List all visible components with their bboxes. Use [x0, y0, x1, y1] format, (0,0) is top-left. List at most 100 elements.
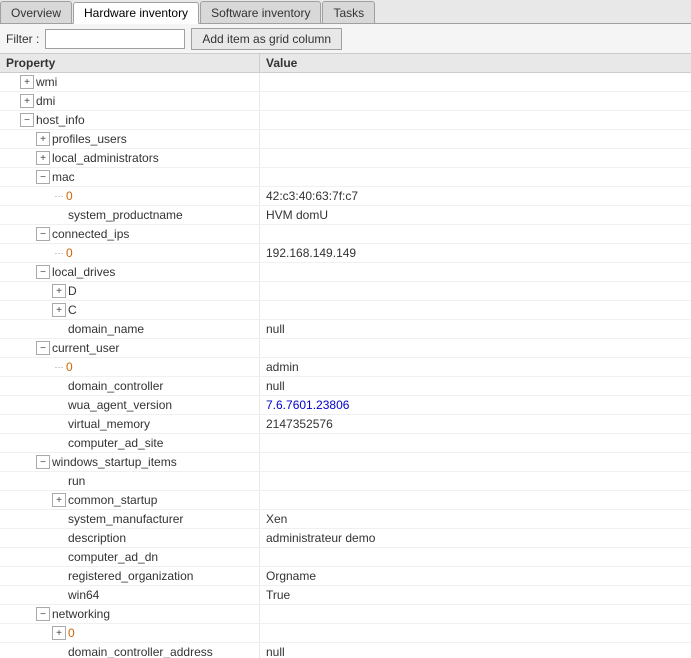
- add-grid-column-button[interactable]: Add item as grid column: [191, 28, 342, 50]
- expand-icon[interactable]: +: [36, 151, 50, 165]
- row-property: + common_startup: [0, 491, 260, 509]
- table-row[interactable]: + common_startup: [0, 491, 691, 510]
- table-row[interactable]: virtual_memory 2147352576: [0, 415, 691, 434]
- row-value: 192.168.149.149: [260, 245, 691, 261]
- expand-icon[interactable]: +: [36, 132, 50, 146]
- table-row[interactable]: domain_controller null: [0, 377, 691, 396]
- table-row[interactable]: + wmi: [0, 73, 691, 92]
- table-row[interactable]: system_manufacturer Xen: [0, 510, 691, 529]
- table-row[interactable]: − connected_ips: [0, 225, 691, 244]
- row-property: + C: [0, 301, 260, 319]
- row-property: + dmi: [0, 92, 260, 110]
- expand-icon[interactable]: +: [20, 94, 34, 108]
- tab-tasks[interactable]: Tasks: [322, 1, 375, 23]
- property-label: 0: [66, 360, 73, 374]
- row-property: ··· 0: [0, 358, 260, 376]
- row-property: − current_user: [0, 339, 260, 357]
- table-row[interactable]: + profiles_users: [0, 130, 691, 149]
- property-label: description: [68, 531, 126, 545]
- property-label: mac: [52, 170, 75, 184]
- property-label: profiles_users: [52, 132, 127, 146]
- table-row[interactable]: + D: [0, 282, 691, 301]
- row-value: [260, 271, 691, 273]
- row-value: [260, 176, 691, 178]
- row-property: system_productname: [0, 206, 260, 224]
- table-row[interactable]: ··· 0 42:c3:40:63:7f:c7: [0, 187, 691, 206]
- expand-icon[interactable]: −: [36, 341, 50, 355]
- expand-icon[interactable]: +: [52, 626, 66, 640]
- tab-overview[interactable]: Overview: [0, 1, 72, 23]
- property-label: networking: [52, 607, 110, 621]
- row-property: wua_agent_version: [0, 396, 260, 414]
- row-value: 42:c3:40:63:7f:c7: [260, 188, 691, 204]
- row-property: + 0: [0, 624, 260, 642]
- table-row[interactable]: ··· 0 admin: [0, 358, 691, 377]
- property-label: computer_ad_dn: [68, 550, 158, 564]
- row-value: [260, 461, 691, 463]
- table-row[interactable]: computer_ad_dn: [0, 548, 691, 567]
- row-property: computer_ad_site: [0, 434, 260, 452]
- row-value: admin: [260, 359, 691, 375]
- table-row[interactable]: − networking: [0, 605, 691, 624]
- expand-icon[interactable]: −: [36, 265, 50, 279]
- leaf-icon: ···: [52, 362, 66, 372]
- tab-software-inventory[interactable]: Software inventory: [200, 1, 321, 23]
- table-row[interactable]: + 0: [0, 624, 691, 643]
- table-row[interactable]: registered_organization Orgname: [0, 567, 691, 586]
- row-value: HVM domU: [260, 207, 691, 223]
- table-row[interactable]: − host_info: [0, 111, 691, 130]
- expand-icon[interactable]: −: [36, 170, 50, 184]
- expand-icon[interactable]: −: [36, 455, 50, 469]
- row-value: null: [260, 321, 691, 337]
- row-property: domain_controller: [0, 377, 260, 395]
- filter-input[interactable]: [45, 29, 185, 49]
- table-row[interactable]: + C: [0, 301, 691, 320]
- expand-icon[interactable]: −: [20, 113, 34, 127]
- property-label: system_manufacturer: [68, 512, 183, 526]
- row-property: + local_administrators: [0, 149, 260, 167]
- table-row[interactable]: system_productname HVM domU: [0, 206, 691, 225]
- property-label: local_administrators: [52, 151, 159, 165]
- row-property: computer_ad_dn: [0, 548, 260, 566]
- property-label: computer_ad_site: [68, 436, 163, 450]
- property-label: connected_ips: [52, 227, 129, 241]
- table-row[interactable]: domain_controller_address null: [0, 643, 691, 658]
- expand-icon[interactable]: −: [36, 227, 50, 241]
- row-value: Orgname: [260, 568, 691, 584]
- table-row[interactable]: computer_ad_site: [0, 434, 691, 453]
- table-row[interactable]: domain_name null: [0, 320, 691, 339]
- table-row[interactable]: + dmi: [0, 92, 691, 111]
- tree-table[interactable]: Property Value + wmi + dmi: [0, 54, 691, 658]
- expand-icon[interactable]: −: [36, 607, 50, 621]
- expand-icon[interactable]: +: [52, 303, 66, 317]
- row-property: − networking: [0, 605, 260, 623]
- row-property: − local_drives: [0, 263, 260, 281]
- expand-icon[interactable]: +: [52, 284, 66, 298]
- table-row[interactable]: run: [0, 472, 691, 491]
- table-row[interactable]: ··· 0 192.168.149.149: [0, 244, 691, 263]
- row-value: 2147352576: [260, 416, 691, 432]
- expand-icon[interactable]: +: [20, 75, 34, 89]
- row-property: virtual_memory: [0, 415, 260, 433]
- row-value: administrateur demo: [260, 530, 691, 546]
- property-label: virtual_memory: [68, 417, 150, 431]
- table-row[interactable]: − current_user: [0, 339, 691, 358]
- expand-icon[interactable]: +: [52, 493, 66, 507]
- property-label: domain_controller_address: [68, 645, 213, 658]
- row-value: [260, 138, 691, 140]
- table-row[interactable]: − mac: [0, 168, 691, 187]
- table-row[interactable]: − local_drives: [0, 263, 691, 282]
- table-row[interactable]: + local_administrators: [0, 149, 691, 168]
- row-value: [260, 119, 691, 121]
- table-row[interactable]: description administrateur demo: [0, 529, 691, 548]
- table-row[interactable]: − windows_startup_items: [0, 453, 691, 472]
- property-label: wmi: [36, 75, 57, 89]
- row-property: + D: [0, 282, 260, 300]
- filter-bar: Filter : Add item as grid column: [0, 24, 691, 54]
- row-property: system_manufacturer: [0, 510, 260, 528]
- tab-hardware-inventory[interactable]: Hardware inventory: [73, 2, 199, 24]
- table-row[interactable]: wua_agent_version 7.6.7601.23806: [0, 396, 691, 415]
- table-row[interactable]: win64 True: [0, 586, 691, 605]
- row-value: Xen: [260, 511, 691, 527]
- property-label: registered_organization: [68, 569, 193, 583]
